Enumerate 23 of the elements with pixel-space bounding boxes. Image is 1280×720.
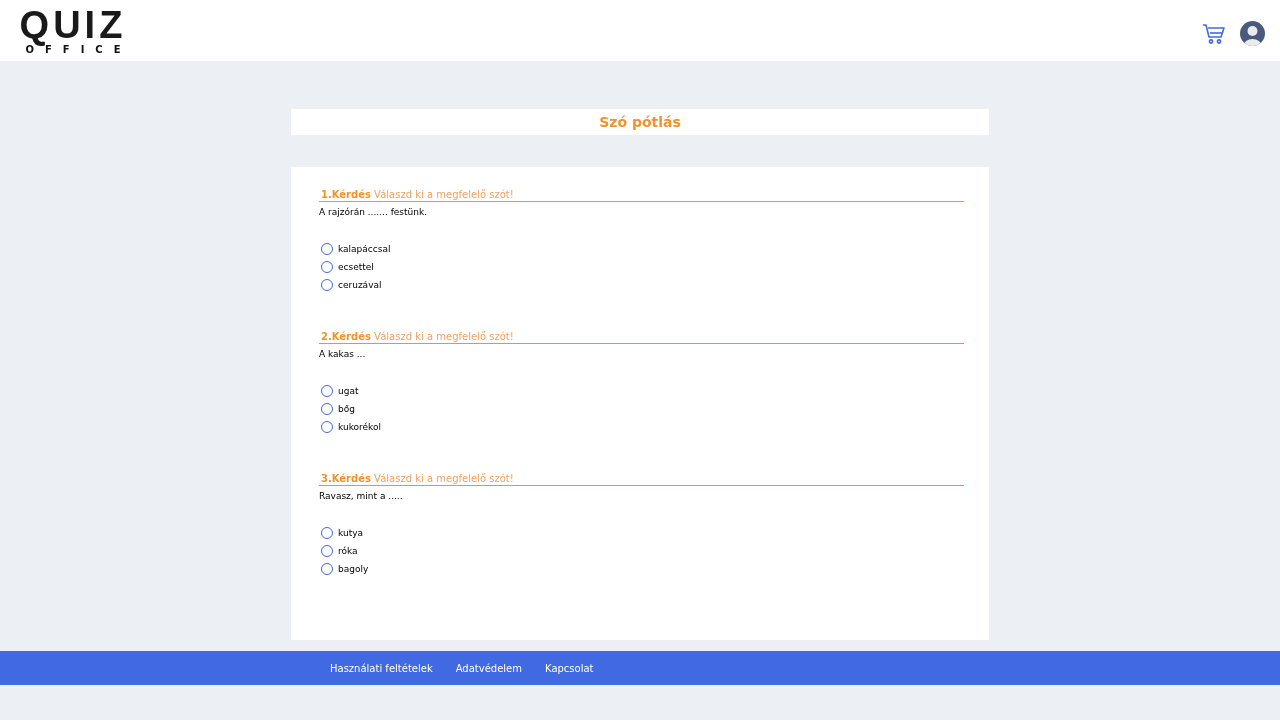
question-heading: 3.Kérdés Válaszd ki a megfelelő szót!	[319, 473, 964, 486]
footer-link[interactable]: Adatvédelem	[455, 662, 522, 674]
option-label[interactable]: kutya	[338, 528, 363, 538]
question-heading: 2.Kérdés Válaszd ki a megfelelő szót!	[319, 331, 964, 344]
option-label[interactable]: kalapáccsal	[338, 244, 391, 254]
option-label[interactable]: bőg	[338, 404, 355, 414]
option-label[interactable]: bagoly	[338, 564, 369, 574]
question-heading: 1.Kérdés Válaszd ki a megfelelő szót!	[319, 189, 964, 202]
user-avatar-icon[interactable]	[1240, 21, 1265, 46]
question-text: Ravasz, mint a .....	[319, 491, 404, 501]
quiz-title: Szó pótlás	[291, 109, 989, 135]
option-label[interactable]: kukorékol	[338, 422, 381, 432]
option-label[interactable]: róka	[338, 546, 358, 556]
question-text: A rajzórán ....... festünk.	[319, 207, 429, 217]
option-label[interactable]: ugat	[338, 386, 359, 396]
cart-icon[interactable]	[1202, 22, 1226, 45]
footer-link[interactable]: Kapcsolat	[545, 662, 594, 674]
option-label[interactable]: ceruzával	[338, 280, 382, 290]
option-label[interactable]: ecsettel	[338, 262, 374, 272]
question-text: A kakas ...	[319, 349, 367, 359]
logo-word: QUIZ	[19, 5, 127, 44]
footer-link[interactable]: Használati feltételek	[330, 662, 433, 674]
quiz-office-logo[interactable]: QUIZ OFFICE	[14, 5, 132, 56]
